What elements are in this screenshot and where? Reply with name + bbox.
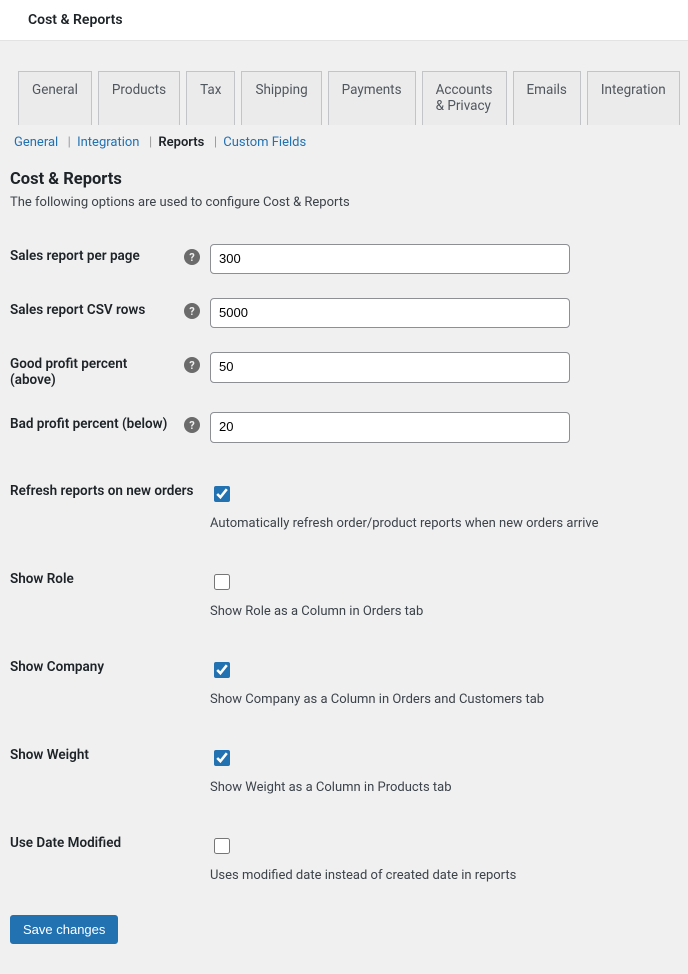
tab-general[interactable]: General (18, 71, 92, 125)
header-bar: Cost & Reports (0, 0, 688, 41)
tab-accounts[interactable]: Accounts & Privacy (422, 71, 507, 125)
input-csv-rows[interactable] (210, 298, 570, 328)
page-title: Cost & Reports (28, 12, 660, 28)
subnav-integration[interactable]: Integration (77, 135, 139, 150)
checkbox-show-role[interactable] (214, 574, 230, 590)
desc-show-company: Show Company as a Column in Orders and C… (210, 692, 678, 707)
input-per-page[interactable] (210, 244, 570, 274)
subnav-reports: Reports (158, 135, 204, 150)
label-show-role: Show Role (10, 571, 74, 587)
desc-show-weight: Show Weight as a Column in Products tab (210, 780, 678, 795)
label-show-weight: Show Weight (10, 747, 89, 763)
section-title: Cost & Reports (10, 170, 678, 189)
sub-nav: General | Integration | Reports | Custom… (10, 125, 678, 156)
tab-tax[interactable]: Tax (186, 71, 235, 125)
label-good-profit: Good profit percent (above) (10, 356, 176, 388)
subnav-general[interactable]: General (14, 135, 58, 150)
separator: | (68, 135, 71, 150)
tab-shipping[interactable]: Shipping (241, 71, 321, 125)
tab-products[interactable]: Products (98, 71, 180, 125)
separator: | (149, 135, 152, 150)
save-button[interactable]: Save changes (10, 915, 118, 944)
input-good-profit[interactable] (210, 352, 570, 382)
help-icon[interactable]: ? (184, 417, 200, 433)
checkbox-refresh[interactable] (214, 486, 230, 502)
subnav-custom-fields[interactable]: Custom Fields (223, 135, 306, 150)
label-csv-rows: Sales report CSV rows (10, 302, 145, 318)
help-icon[interactable]: ? (184, 249, 200, 265)
tab-emails[interactable]: Emails (513, 71, 581, 125)
desc-use-date-modified: Uses modified date instead of created da… (210, 868, 678, 883)
help-icon[interactable]: ? (184, 303, 200, 319)
checkbox-show-company[interactable] (214, 662, 230, 678)
primary-tabs: General Products Tax Shipping Payments A… (10, 41, 678, 125)
desc-refresh: Automatically refresh order/product repo… (210, 516, 678, 531)
separator: | (214, 135, 217, 150)
input-bad-profit[interactable] (210, 412, 570, 442)
tab-payments[interactable]: Payments (328, 71, 416, 125)
settings-form-table: Sales report per page ? Sales report CSV… (10, 234, 678, 897)
label-bad-profit: Bad profit percent (below) (10, 416, 167, 432)
desc-show-role: Show Role as a Column in Orders tab (210, 604, 678, 619)
checkbox-show-weight[interactable] (214, 750, 230, 766)
checkbox-use-date-modified[interactable] (214, 838, 230, 854)
section-description: The following options are used to config… (10, 195, 678, 210)
label-use-date-modified: Use Date Modified (10, 835, 121, 851)
label-show-company: Show Company (10, 659, 104, 675)
tab-integration[interactable]: Integration (587, 71, 680, 125)
label-refresh: Refresh reports on new orders (10, 483, 193, 499)
label-per-page: Sales report per page (10, 248, 140, 264)
help-icon[interactable]: ? (184, 357, 200, 373)
content: General Products Tax Shipping Payments A… (0, 41, 688, 974)
